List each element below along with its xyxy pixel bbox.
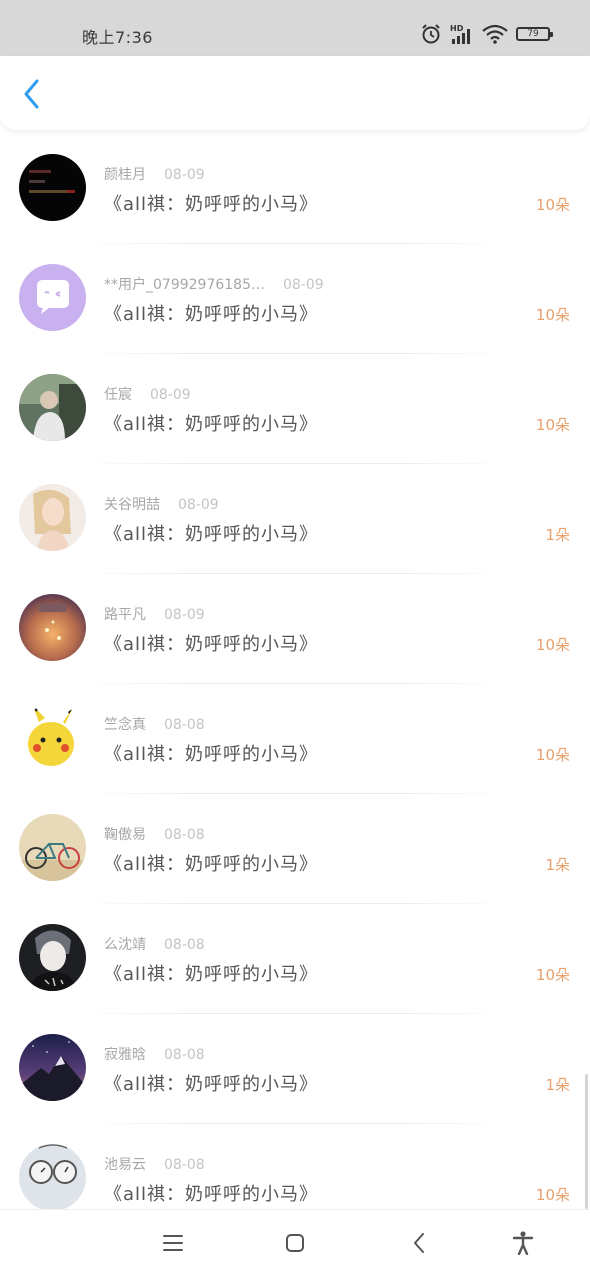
gift-date: 08-09: [178, 497, 219, 513]
gift-date: 08-08: [164, 1157, 205, 1173]
user-info: 颜桂月 08-09: [104, 164, 205, 184]
gift-date: 08-09: [164, 167, 205, 183]
user-info: 鞠傲易 08-08: [104, 824, 205, 844]
list-item[interactable]: 关谷明喆 08-09 《all祺：奶呼呼的小马》 1朵: [0, 464, 590, 574]
gift-date: 08-08: [164, 937, 205, 953]
gift-date: 08-09: [150, 387, 191, 403]
flower-amount: 1朵: [545, 1076, 570, 1094]
user-name: 颜桂月: [104, 167, 146, 183]
avatar[interactable]: [19, 374, 86, 441]
user-info: 寂雅晗 08-08: [104, 1044, 205, 1064]
book-title: 《all祺：奶呼呼的小马》: [104, 744, 319, 765]
avatar[interactable]: [19, 924, 86, 991]
book-title: 《all祺：奶呼呼的小马》: [104, 414, 319, 435]
book-title: 《all祺：奶呼呼的小马》: [104, 194, 319, 215]
user-name: 任宸: [104, 387, 132, 403]
status-time: 晚上7:36: [82, 28, 153, 47]
list-item[interactable]: 么沈靖 08-08 《all祺：奶呼呼的小马》 10朵: [0, 904, 590, 1014]
list-item[interactable]: 任宸 08-09 《all祺：奶呼呼的小马》 10朵: [0, 354, 590, 464]
user-info: 竺念真 08-08: [104, 714, 205, 734]
gift-date: 08-08: [164, 827, 205, 843]
user-name: 路平凡: [104, 607, 146, 623]
battery-level: 79: [527, 28, 539, 39]
avatar[interactable]: [19, 814, 86, 881]
status-bar: 晚上7:36 HD 79: [0, 0, 590, 56]
home-button[interactable]: [280, 1230, 310, 1260]
book-title: 《all祺：奶呼呼的小马》: [104, 524, 319, 545]
list-item[interactable]: 寂雅晗 08-08 《all祺：奶呼呼的小马》 1朵: [0, 1014, 590, 1124]
flower-amount: 10朵: [535, 1186, 570, 1204]
menu-button[interactable]: [158, 1230, 188, 1260]
menu-icon: [163, 1234, 183, 1256]
list-item[interactable]: 路平凡 08-09 《all祺：奶呼呼的小马》 10朵: [0, 574, 590, 684]
header: [0, 56, 590, 130]
user-info: 池易云 08-08: [104, 1154, 205, 1174]
gift-date: 08-08: [164, 1047, 205, 1063]
user-info: 任宸 08-09: [104, 384, 191, 404]
system-nav-bar: [0, 1209, 590, 1281]
flower-amount: 10朵: [535, 306, 570, 324]
user-name: 么沈靖: [104, 937, 146, 953]
avatar[interactable]: [19, 484, 86, 551]
gift-date: 08-08: [164, 717, 205, 733]
gift-record-list: 颜桂月 08-09 《all祺：奶呼呼的小马》 10朵 **用户_07992976…: [0, 134, 590, 1209]
back-triangle-icon: [412, 1232, 426, 1258]
list-item[interactable]: 池易云 08-08 《all祺：奶呼呼的小马》 10朵: [0, 1124, 590, 1209]
list-item[interactable]: **用户_07992976185… 08-09 《all祺：奶呼呼的小马》 10朵: [0, 244, 590, 354]
avatar[interactable]: [19, 1034, 86, 1101]
avatar[interactable]: [19, 594, 86, 661]
gift-date: 08-09: [164, 607, 205, 623]
avatar[interactable]: [19, 264, 86, 331]
status-icons: HD 79: [420, 22, 553, 46]
home-square-icon: [285, 1233, 305, 1257]
list-item[interactable]: 颜桂月 08-09 《all祺：奶呼呼的小马》 10朵: [0, 134, 590, 244]
user-info: 么沈靖 08-08: [104, 934, 205, 954]
flower-amount: 10朵: [535, 196, 570, 214]
scrollbar[interactable]: [585, 1074, 588, 1209]
user-name: 寂雅晗: [104, 1047, 146, 1063]
book-title: 《all祺：奶呼呼的小马》: [104, 964, 319, 985]
flower-amount: 10朵: [535, 746, 570, 764]
user-name: 鞠傲易: [104, 827, 146, 843]
accessibility-icon: [512, 1231, 534, 1259]
avatar[interactable]: [19, 154, 86, 221]
book-title: 《all祺：奶呼呼的小马》: [104, 634, 319, 655]
svg-text:HD: HD: [450, 24, 464, 33]
book-title: 《all祺：奶呼呼的小马》: [104, 304, 319, 325]
list-item[interactable]: 鞠傲易 08-08 《all祺：奶呼呼的小马》 1朵: [0, 794, 590, 904]
gift-date: 08-09: [282, 277, 324, 293]
back-button[interactable]: [12, 76, 52, 116]
flower-amount: 1朵: [545, 856, 570, 874]
avatar[interactable]: [19, 1144, 86, 1209]
flower-amount: 10朵: [535, 416, 570, 434]
system-back-button[interactable]: [404, 1230, 434, 1260]
alarm-icon: [420, 23, 442, 45]
book-title: 《all祺：奶呼呼的小马》: [104, 1074, 319, 1095]
user-name: 关谷明喆: [104, 497, 160, 513]
hd-signal-icon: HD: [450, 23, 474, 45]
flower-amount: 10朵: [535, 636, 570, 654]
user-info: **用户_07992976185… 08-09: [104, 274, 324, 294]
user-name: **用户_07992976185…: [104, 277, 265, 293]
chevron-left-icon: [22, 78, 42, 114]
flower-amount: 1朵: [545, 526, 570, 544]
user-name: 竺念真: [104, 717, 146, 733]
wifi-icon: [482, 24, 508, 44]
user-info: 关谷明喆 08-09: [104, 494, 219, 514]
accessibility-button[interactable]: [508, 1230, 538, 1260]
book-title: 《all祺：奶呼呼的小马》: [104, 1184, 319, 1205]
battery-icon: 79: [516, 27, 553, 41]
user-name: 池易云: [104, 1157, 146, 1173]
avatar[interactable]: [19, 704, 86, 771]
user-info: 路平凡 08-09: [104, 604, 205, 624]
list-item[interactable]: 竺念真 08-08 《all祺：奶呼呼的小马》 10朵: [0, 684, 590, 794]
flower-amount: 10朵: [535, 966, 570, 984]
book-title: 《all祺：奶呼呼的小马》: [104, 854, 319, 875]
